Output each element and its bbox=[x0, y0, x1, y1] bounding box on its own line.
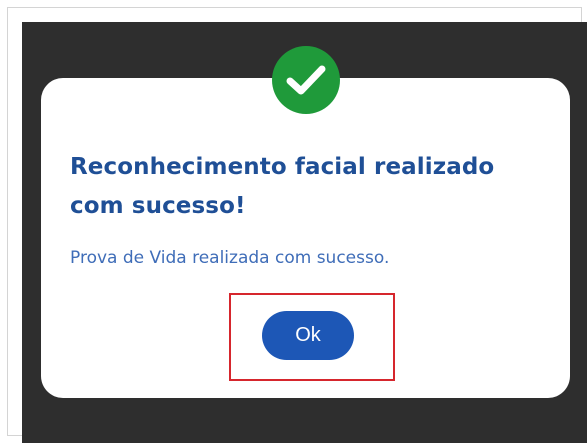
dialog-message: Prova de Vida realizada com sucesso. bbox=[70, 248, 390, 268]
check-icon bbox=[286, 65, 326, 95]
success-badge bbox=[272, 46, 340, 114]
dialog-title: Reconhecimento facial realizado com suce… bbox=[70, 154, 495, 219]
ok-button[interactable]: Ok bbox=[262, 311, 354, 360]
